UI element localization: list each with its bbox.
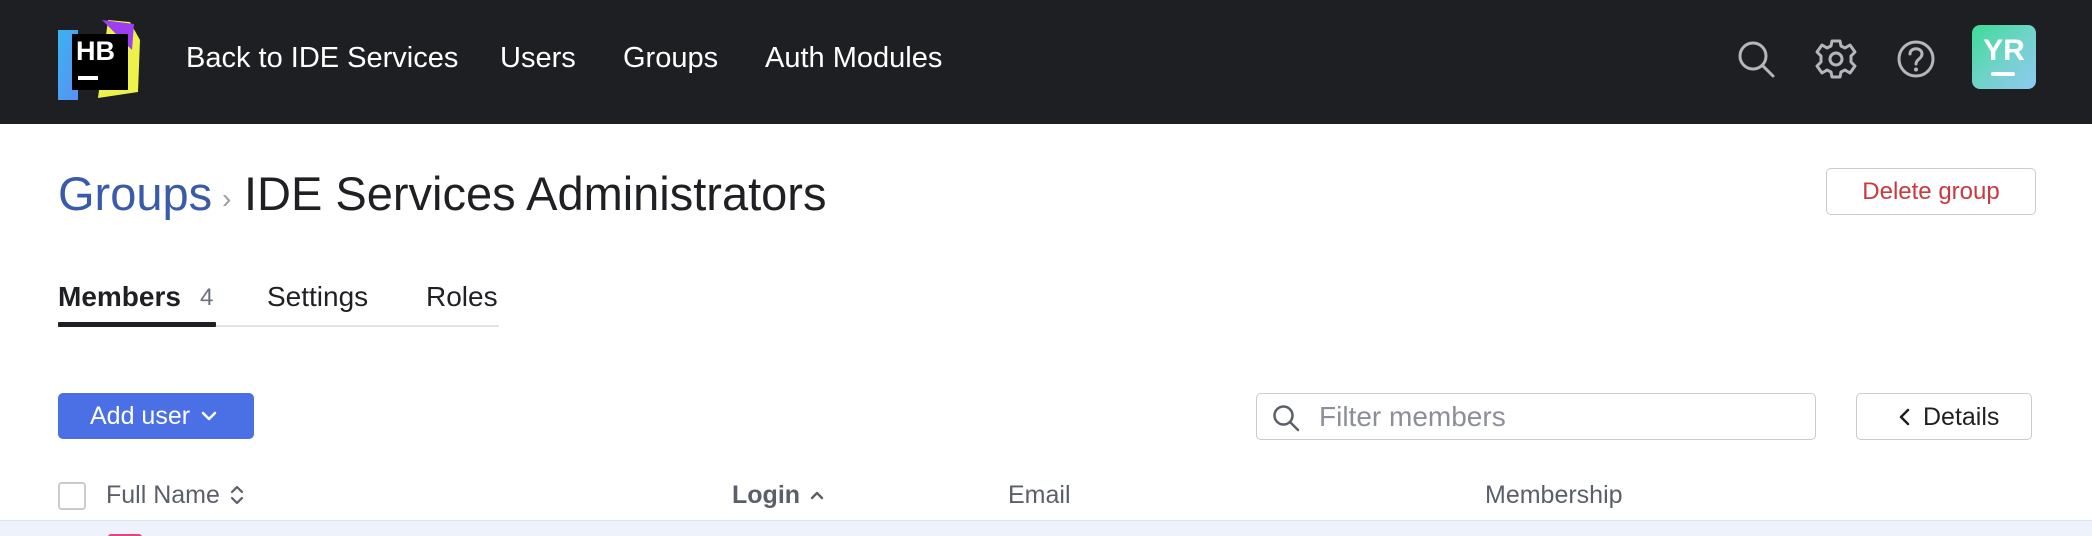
nav-groups[interactable]: Groups xyxy=(623,40,718,76)
filter-members-field xyxy=(1256,393,1816,440)
nav-back-to-ide-services[interactable]: Back to IDE Services xyxy=(186,40,458,76)
nav-auth-modules[interactable]: Auth Modules xyxy=(765,40,942,76)
column-header-full-name[interactable]: Full Name xyxy=(106,479,220,511)
top-navigation-bar: HB Back to IDE Services Users Groups Aut… xyxy=(0,0,2092,124)
active-tab-indicator xyxy=(58,322,216,327)
chevron-left-icon xyxy=(1899,408,1910,426)
chevron-down-icon xyxy=(201,411,217,421)
table-row[interactable] xyxy=(0,520,2092,536)
delete-group-button[interactable]: Delete group xyxy=(1826,168,2036,215)
members-count-badge: 4 xyxy=(200,284,214,311)
page-title: IDE Services Administrators xyxy=(244,167,827,220)
breadcrumb-groups-link[interactable]: Groups xyxy=(58,166,212,222)
nav-users[interactable]: Users xyxy=(500,40,576,76)
sort-ascending-icon[interactable] xyxy=(808,482,826,508)
logo-underscore xyxy=(78,76,98,80)
column-header-login[interactable]: Login xyxy=(732,479,800,511)
gear-icon[interactable] xyxy=(1815,38,1857,80)
user-avatar[interactable]: YR xyxy=(1972,25,2036,89)
search-icon xyxy=(1273,405,1300,432)
column-header-membership[interactable]: Membership xyxy=(1485,479,1623,511)
select-all-checkbox[interactable] xyxy=(58,482,86,510)
filter-members-input[interactable] xyxy=(1319,400,1799,434)
breadcrumb-separator: › xyxy=(222,183,232,214)
avatar-initials: YR xyxy=(1983,34,2025,67)
logo-text: HB xyxy=(76,36,115,66)
details-label: Details xyxy=(1923,403,2000,431)
tab-members[interactable]: Members xyxy=(58,279,181,315)
column-header-email[interactable]: Email xyxy=(1008,479,1071,511)
search-icon[interactable] xyxy=(1735,38,1777,80)
help-icon[interactable] xyxy=(1895,38,1937,80)
add-user-button[interactable]: Add user xyxy=(58,393,254,439)
sort-both-icon[interactable] xyxy=(228,482,246,508)
details-button[interactable]: Details xyxy=(1856,393,2032,440)
add-user-label: Add user xyxy=(90,402,191,430)
avatar-underscore xyxy=(1991,72,2015,76)
tab-settings[interactable]: Settings xyxy=(267,279,368,315)
tab-roles[interactable]: Roles xyxy=(426,279,498,315)
